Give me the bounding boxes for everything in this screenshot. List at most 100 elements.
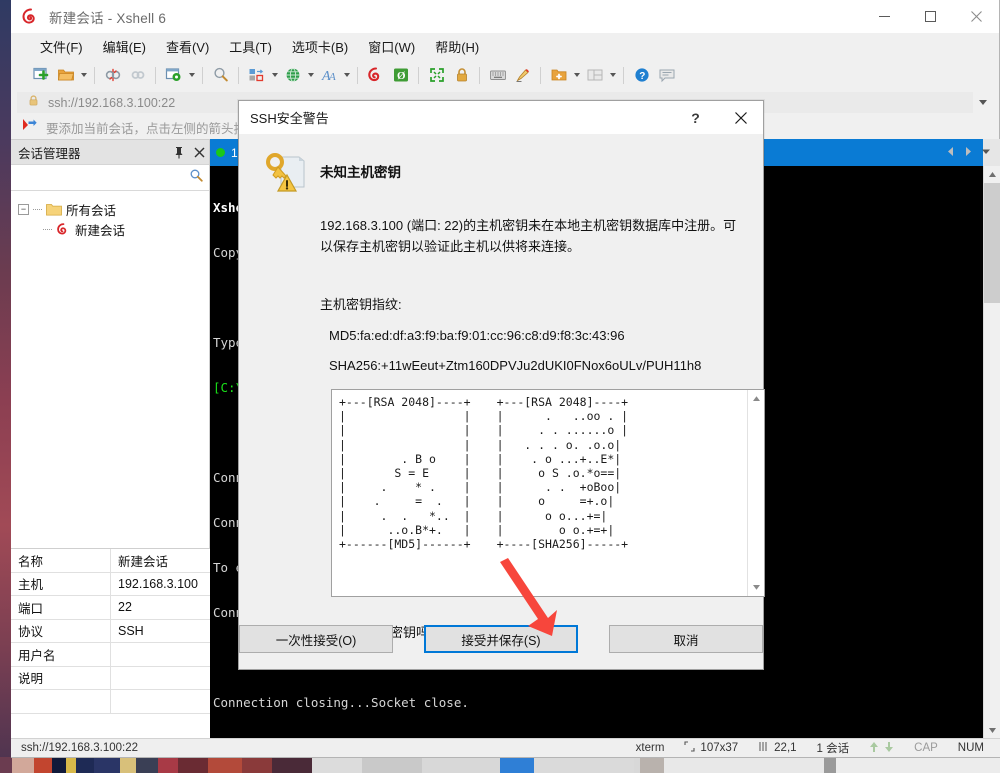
prop-value: 22 xyxy=(118,600,132,615)
nav-prev-icon[interactable] xyxy=(944,143,956,159)
search-icon[interactable] xyxy=(189,168,203,187)
status-cap: CAP xyxy=(914,742,938,754)
accept-once-button[interactable]: 一次性接受(O) xyxy=(239,625,393,653)
toolbar-separator xyxy=(94,66,95,84)
font-icon[interactable]: A A xyxy=(316,63,341,87)
menu-tools[interactable]: 工具(T) xyxy=(220,34,281,59)
expander-icon[interactable]: − xyxy=(18,203,29,215)
tree-node-new-session[interactable]: 新建会话 xyxy=(18,219,209,239)
nav-next-icon[interactable] xyxy=(962,143,974,159)
window-controls xyxy=(861,0,999,33)
terminal-line: Connection closing...Socket close. xyxy=(213,695,469,710)
table-row: 名称 新建会话 xyxy=(11,549,210,573)
toolbar-separator xyxy=(202,66,203,84)
menu-view[interactable]: 查看(V) xyxy=(157,34,218,59)
close-icon[interactable] xyxy=(953,0,999,33)
globe-icon[interactable] xyxy=(280,63,305,87)
close-icon[interactable] xyxy=(718,101,763,135)
terminal-scrollbar[interactable] xyxy=(983,166,1000,739)
table-row xyxy=(11,690,210,714)
menu-edit[interactable]: 编辑(E) xyxy=(94,34,155,59)
open-folder-dropdown-icon[interactable] xyxy=(78,63,89,87)
maximize-icon[interactable] xyxy=(907,0,953,33)
minimize-icon[interactable] xyxy=(861,0,907,33)
prop-value: SSH xyxy=(118,623,144,638)
size-icon xyxy=(684,741,695,755)
add-folder-icon[interactable] xyxy=(546,63,571,87)
background-window-strip xyxy=(0,757,1000,773)
highlight-icon[interactable] xyxy=(510,63,535,87)
fingerprint-label: 主机密钥指纹: xyxy=(320,297,402,312)
fullscreen-icon[interactable] xyxy=(424,63,449,87)
xshell-icon[interactable] xyxy=(363,63,388,87)
randomart-sha256: +---[RSA 2048]----+ | . ..oo . | | . . .… xyxy=(496,395,629,552)
xftp-icon[interactable]: Ø xyxy=(388,63,413,87)
layout-dropdown-icon[interactable] xyxy=(607,63,618,87)
help-button[interactable]: ? xyxy=(673,101,718,135)
toolbar-separator xyxy=(155,66,156,84)
status-cursor-value: 22,1 xyxy=(774,742,797,754)
prop-key: 端口 xyxy=(11,596,111,619)
dialog-heading-row: 未知主机密钥 xyxy=(259,151,743,195)
menu-help[interactable]: 帮助(H) xyxy=(426,34,488,59)
dialog-controls: ? xyxy=(673,101,763,135)
chevron-down-icon[interactable] xyxy=(748,579,764,596)
transfer-dropdown-icon[interactable] xyxy=(269,63,280,87)
cancel-button[interactable]: 取消 xyxy=(609,625,763,653)
status-sessions: 1 会话 xyxy=(816,743,850,755)
menu-tabs[interactable]: 选项卡(B) xyxy=(283,34,357,59)
find-icon[interactable] xyxy=(208,63,233,87)
prop-key: 说明 xyxy=(11,666,111,689)
prop-key: 协议 xyxy=(11,619,111,642)
add-folder-dropdown-icon[interactable] xyxy=(571,63,582,87)
toolbar-separator xyxy=(540,66,541,84)
prop-key xyxy=(11,690,111,713)
prop-value: 新建会话 xyxy=(118,554,169,569)
dialog-heading: 未知主机密钥 xyxy=(320,165,401,180)
prop-key: 主机 xyxy=(11,572,111,595)
scrollbar-thumb[interactable] xyxy=(984,183,1000,303)
session-properties-dropdown-icon[interactable] xyxy=(186,63,197,87)
session-properties-icon[interactable] xyxy=(161,63,186,87)
chevron-down-icon[interactable] xyxy=(980,143,992,159)
search-input[interactable] xyxy=(17,170,189,185)
toolbar-separator xyxy=(357,66,358,84)
close-icon[interactable] xyxy=(189,141,209,163)
svg-text:A: A xyxy=(328,71,336,83)
link-icon[interactable] xyxy=(125,63,150,87)
menu-file[interactable]: 文件(F) xyxy=(31,34,92,59)
tree-connector xyxy=(43,228,52,230)
key-warning-icon xyxy=(264,151,306,195)
prop-value xyxy=(111,643,210,666)
layout-icon[interactable] xyxy=(582,63,607,87)
lock-icon[interactable] xyxy=(449,63,474,87)
new-session-icon[interactable] xyxy=(28,63,53,87)
randomart-md5: +---[RSA 2048]----+ | | | | | | | . B o … xyxy=(339,395,471,552)
transfer-icon[interactable] xyxy=(244,63,269,87)
tree-node-all-sessions[interactable]: − 所有会话 xyxy=(18,199,209,219)
folder-icon xyxy=(46,203,62,216)
font-dropdown-icon[interactable] xyxy=(341,63,352,87)
randomart-box[interactable]: +---[RSA 2048]----+ | | | | | | | . B o … xyxy=(331,389,765,597)
scroll-up-icon[interactable] xyxy=(984,166,1000,183)
scroll-down-icon[interactable] xyxy=(984,722,1000,739)
globe-dropdown-icon[interactable] xyxy=(305,63,316,87)
menu-window[interactable]: 窗口(W) xyxy=(359,34,424,59)
help-icon[interactable]: ? xyxy=(629,63,654,87)
open-folder-icon[interactable] xyxy=(53,63,78,87)
disconnect-icon[interactable] xyxy=(100,63,125,87)
pin-icon[interactable] xyxy=(169,141,189,163)
keyboard-icon[interactable] xyxy=(485,63,510,87)
accept-and-save-button[interactable]: 接受并保存(S) xyxy=(423,625,579,653)
session-manager-header: 会话管理器 xyxy=(11,140,209,165)
svg-text:Ø: Ø xyxy=(397,70,406,82)
tree-node-label: 所有会话 xyxy=(66,203,117,218)
chevron-down-icon[interactable] xyxy=(973,92,993,113)
comment-icon[interactable] xyxy=(654,63,679,87)
prop-value xyxy=(111,667,210,690)
xshell-session-icon xyxy=(56,222,71,237)
lock-icon xyxy=(27,94,40,112)
chevron-up-icon[interactable] xyxy=(748,390,764,407)
xshell-logo-icon xyxy=(22,8,40,26)
randomart-scrollbar[interactable] xyxy=(747,390,764,596)
